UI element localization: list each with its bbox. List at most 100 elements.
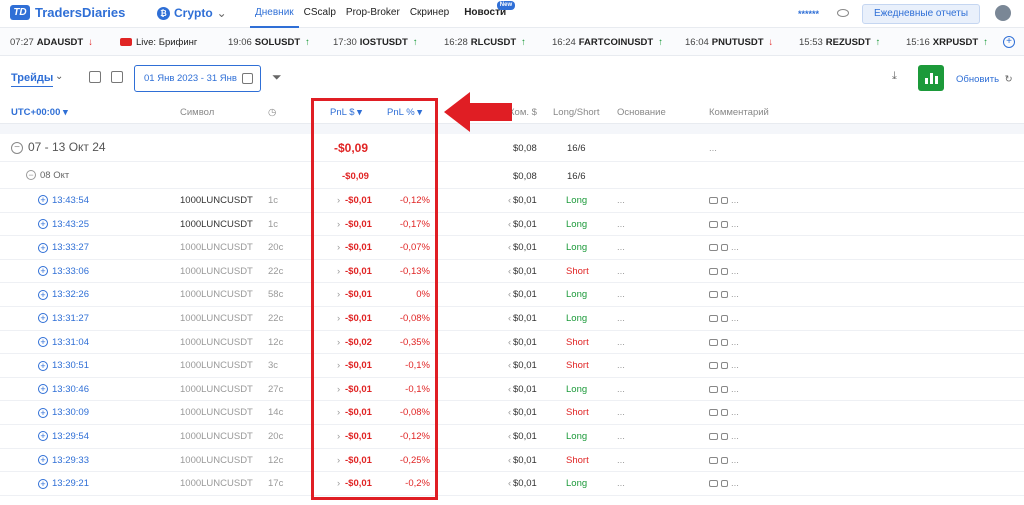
table-row[interactable]: +13:31:27 1000LUNCUSDT 22с › -$0,01 -0,08% ‹ $0… <box>0 307 1024 331</box>
trade-time[interactable]: +13:31:27 <box>38 313 89 324</box>
table-row[interactable]: +13:29:33 1000LUNCUSDT 12с › -$0,01 -0,25% ‹ $0… <box>0 449 1024 473</box>
trade-time[interactable]: +13:30:51 <box>38 360 89 371</box>
expand-icon[interactable]: + <box>38 242 48 253</box>
ticker-item[interactable]: 16:24 FARTCOINUSDT ↑ <box>552 37 663 48</box>
daily-reports-button[interactable]: Ежедневные отчеты <box>862 4 980 24</box>
logo[interactable]: TD TradersDiaries <box>10 5 125 20</box>
trade-time[interactable]: +13:33:06 <box>38 266 89 277</box>
comment-dots[interactable]: ... <box>731 407 739 418</box>
table-row[interactable]: +13:31:04 1000LUNCUSDT 12с › -$0,02 -0,35% ‹ $0… <box>0 331 1024 355</box>
comment-dots[interactable]: ... <box>731 266 739 277</box>
nav-cscalp[interactable]: CScalp <box>299 0 341 28</box>
trade-reason[interactable]: ... <box>617 313 625 324</box>
columns-view-icon[interactable] <box>89 71 101 83</box>
camera-icon[interactable] <box>709 314 718 322</box>
chevron-down-icon[interactable]: ⌄ <box>55 71 63 82</box>
expand-icon[interactable]: + <box>38 431 48 442</box>
table-row[interactable]: +13:30:09 1000LUNCUSDT 14с › -$0,01 -0,08% ‹ $0… <box>0 401 1024 425</box>
video-icon[interactable] <box>721 480 728 488</box>
trade-time[interactable]: +13:29:21 <box>38 478 89 489</box>
filter-icon[interactable]: ⏷ <box>272 70 282 85</box>
comment-dots[interactable]: ... <box>731 219 739 230</box>
expand-icon[interactable]: + <box>38 407 48 418</box>
ticker-item[interactable]: 17:30 IOSTUSDT ↑ <box>333 37 418 48</box>
eye-icon[interactable] <box>837 9 849 17</box>
table-row[interactable]: +13:43:54 1000LUNCUSDT 1с › -$0,01 -0,12% ‹ $0,… <box>0 189 1024 213</box>
refresh-button[interactable]: Обновить ↻ <box>956 74 1013 85</box>
ticker-item[interactable]: 19:06 SOLUSDT ↑ <box>228 37 310 48</box>
camera-icon[interactable] <box>709 385 718 393</box>
expand-icon[interactable]: + <box>38 289 48 300</box>
trade-reason[interactable]: ... <box>617 478 625 489</box>
comment-dots[interactable]: ... <box>731 478 739 489</box>
col-symbol[interactable]: Символ <box>180 107 214 118</box>
camera-icon[interactable] <box>709 244 718 252</box>
comment-dots[interactable]: ... <box>731 384 739 395</box>
camera-icon[interactable] <box>709 196 718 204</box>
trade-time[interactable]: +13:30:46 <box>38 384 89 395</box>
comment-dots[interactable]: ... <box>731 313 739 324</box>
trade-reason[interactable]: ... <box>617 242 625 253</box>
week-group-row[interactable]: −07 - 13 Окт 24 -$0,09 $0,08 16/6 ... <box>0 134 1024 162</box>
ticker-item[interactable]: Live: Брифинг <box>120 37 197 48</box>
trade-reason[interactable]: ... <box>617 384 625 395</box>
collapse-icon[interactable]: − <box>11 141 23 154</box>
comment-dots[interactable]: ... <box>731 455 739 466</box>
chart-view-button[interactable] <box>918 65 944 91</box>
table-row[interactable]: +13:30:46 1000LUNCUSDT 27с › -$0,01 -0,1% ‹ $0,… <box>0 378 1024 402</box>
nav-diary[interactable]: Дневник <box>250 0 299 28</box>
expand-icon[interactable]: + <box>38 337 48 348</box>
rows-view-icon[interactable] <box>111 71 123 83</box>
table-row[interactable]: +13:33:27 1000LUNCUSDT 20с › -$0,01 -0,07% ‹ $0… <box>0 236 1024 260</box>
camera-icon[interactable] <box>709 220 718 228</box>
table-row[interactable]: +13:29:54 1000LUNCUSDT 20с › -$0,01 -0,12% ‹ $0… <box>0 425 1024 449</box>
video-icon[interactable] <box>721 291 728 299</box>
camera-icon[interactable] <box>709 338 718 346</box>
ticker-item[interactable]: 07:27 ADAUSDT ↓ <box>10 37 93 48</box>
col-time[interactable]: UTC+00:00 ▾ <box>11 107 68 118</box>
comment-dots[interactable]: ... <box>731 360 739 371</box>
trade-time[interactable]: +13:29:33 <box>38 455 89 466</box>
ticker-item[interactable]: 16:04 PNUTUSDT ↓ <box>685 37 773 48</box>
trade-time[interactable]: +13:29:54 <box>38 431 89 442</box>
table-row[interactable]: +13:32:26 1000LUNCUSDT 58с › -$0,01 0% ‹ $0,01 L… <box>0 283 1024 307</box>
video-icon[interactable] <box>721 196 728 204</box>
table-row[interactable]: +13:33:06 1000LUNCUSDT 22с › -$0,01 -0,13% ‹ $0… <box>0 260 1024 284</box>
expand-icon[interactable]: + <box>38 266 48 277</box>
day-group-row[interactable]: −08 Окт -$0,09 $0,08 16/6 <box>0 162 1024 189</box>
tab-trades[interactable]: Трейды <box>11 72 54 87</box>
trade-time[interactable]: +13:31:04 <box>38 337 89 348</box>
date-range-picker[interactable]: 01 Янв 2023 - 31 Янв <box>134 65 261 92</box>
market-selector[interactable]: ₿ Crypto ⌄ <box>157 6 227 20</box>
camera-icon[interactable] <box>709 456 718 464</box>
video-icon[interactable] <box>721 267 728 275</box>
trade-reason[interactable]: ... <box>617 455 625 466</box>
avatar[interactable] <box>995 5 1011 21</box>
comment-dots[interactable]: ... <box>731 431 739 442</box>
camera-icon[interactable] <box>709 432 718 440</box>
trade-reason[interactable]: ... <box>617 407 625 418</box>
video-icon[interactable] <box>721 362 728 370</box>
camera-icon[interactable] <box>709 291 718 299</box>
table-row[interactable]: +13:29:21 1000LUNCUSDT 17с › -$0,01 -0,2% ‹ $0,… <box>0 472 1024 496</box>
expand-icon[interactable]: + <box>38 384 48 395</box>
comment-dots[interactable]: ... <box>731 337 739 348</box>
trade-reason[interactable]: ... <box>617 431 625 442</box>
nav-news[interactable]: Новости New <box>459 0 516 28</box>
comment-dots[interactable]: ... <box>731 242 739 253</box>
col-reason[interactable]: Основание <box>617 107 666 118</box>
video-icon[interactable] <box>721 432 728 440</box>
expand-icon[interactable]: + <box>38 195 48 206</box>
collapse-icon[interactable]: − <box>26 170 36 181</box>
trade-reason[interactable]: ... <box>617 195 625 206</box>
comment-dots[interactable]: ... <box>731 195 739 206</box>
expand-icon[interactable]: + <box>38 313 48 324</box>
trade-time[interactable]: +13:30:09 <box>38 407 89 418</box>
trade-reason[interactable]: ... <box>617 289 625 300</box>
trade-time[interactable]: +13:43:25 <box>38 219 89 230</box>
table-row[interactable]: +13:43:25 1000LUNCUSDT 1с › -$0,01 -0,17% ‹ $0,… <box>0 213 1024 237</box>
trade-time[interactable]: +13:33:27 <box>38 242 89 253</box>
video-icon[interactable] <box>721 338 728 346</box>
comment-dots[interactable]: ... <box>731 289 739 300</box>
col-long-short[interactable]: Long/Short <box>553 107 599 118</box>
